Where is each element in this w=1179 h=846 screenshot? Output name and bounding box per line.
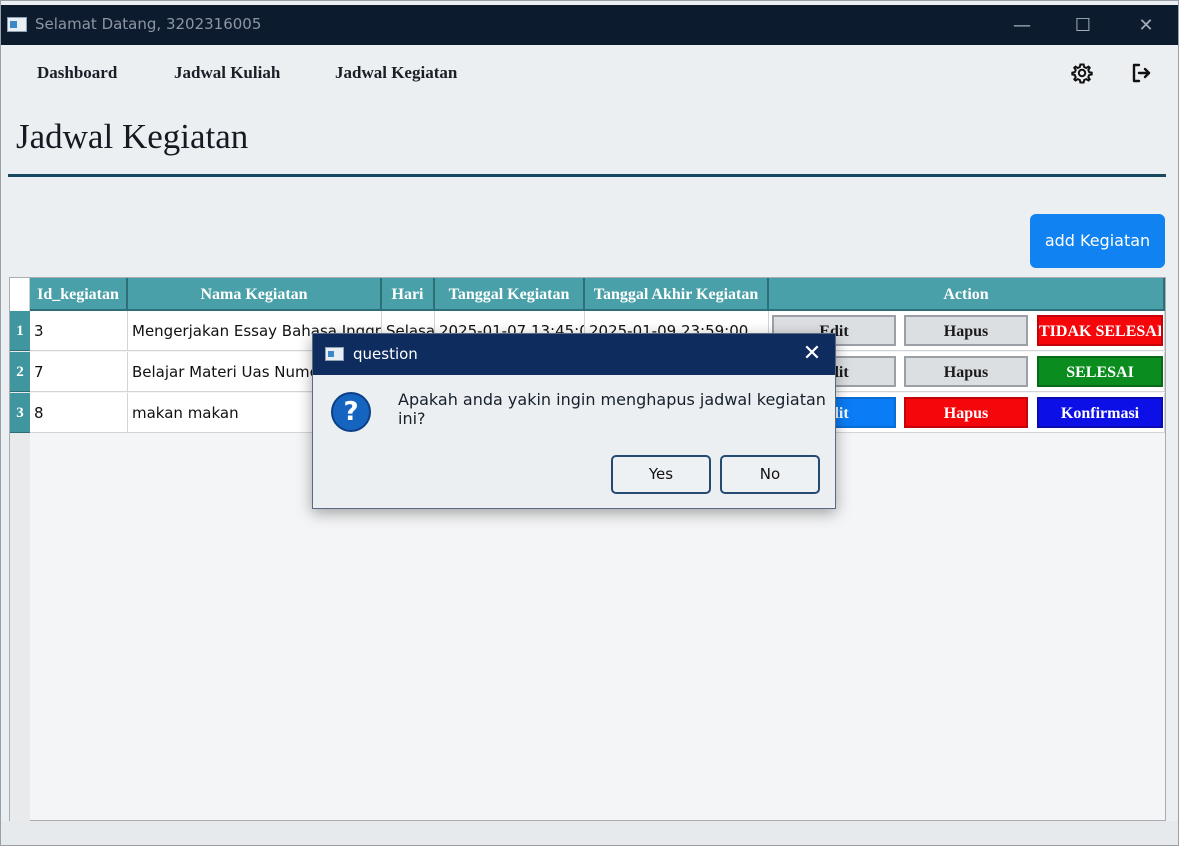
status-strip bbox=[1, 821, 1178, 845]
menu-jadwal-kuliah[interactable]: Jadwal Kuliah bbox=[174, 63, 280, 83]
dialog-close-button[interactable]: ✕ bbox=[799, 339, 825, 369]
konfirmasi-button[interactable]: Konfirmasi bbox=[1037, 397, 1163, 428]
logout-icon[interactable] bbox=[1127, 59, 1155, 87]
cell-id[interactable]: 7 bbox=[30, 352, 128, 392]
gear-icon[interactable] bbox=[1068, 59, 1096, 87]
column-header-id[interactable]: Id_kegiatan bbox=[30, 278, 128, 311]
hapus-button[interactable]: Hapus bbox=[904, 315, 1028, 346]
cell-id[interactable]: 8 bbox=[30, 393, 128, 433]
dialog-app-icon bbox=[325, 347, 344, 361]
column-header-tanggal[interactable]: Tanggal Kegiatan bbox=[435, 278, 585, 311]
status-selesai-button[interactable]: SELESAI bbox=[1037, 356, 1163, 387]
status-tidak-selesai-button[interactable]: TIDAK SELESAI bbox=[1037, 315, 1163, 346]
page-title: Jadwal Kegiatan bbox=[16, 117, 249, 156]
question-dialog: question ✕ ? Apakah anda yakin ingin men… bbox=[312, 333, 836, 509]
hapus-button[interactable]: Hapus bbox=[904, 397, 1028, 428]
close-window-button[interactable]: ✕ bbox=[1131, 13, 1161, 39]
row-number[interactable]: 3 bbox=[10, 393, 30, 433]
app-window: Selamat Datang, 3202316005 — ☐ ✕ Dashboa… bbox=[0, 0, 1179, 846]
dialog-titlebar[interactable]: question ✕ bbox=[313, 334, 835, 375]
column-header-tanggal-akhir[interactable]: Tanggal Akhir Kegiatan bbox=[585, 278, 769, 311]
column-header-action[interactable]: Action bbox=[769, 278, 1165, 311]
menu-bar: Dashboard Jadwal Kuliah Jadwal Kegiatan bbox=[5, 45, 1178, 103]
add-kegiatan-button[interactable]: add Kegiatan bbox=[1030, 214, 1165, 268]
row-number[interactable]: 2 bbox=[10, 352, 30, 392]
title-divider bbox=[8, 174, 1166, 177]
column-header-hari[interactable]: Hari bbox=[382, 278, 435, 311]
hapus-button[interactable]: Hapus bbox=[904, 356, 1028, 387]
question-icon: ? bbox=[331, 392, 371, 432]
dialog-message: Apakah anda yakin ingin menghapus jadwal… bbox=[398, 390, 826, 428]
table-corner[interactable] bbox=[10, 278, 30, 311]
app-icon bbox=[7, 17, 27, 32]
dialog-title: question bbox=[353, 345, 418, 363]
cell-id[interactable]: 3 bbox=[30, 311, 128, 351]
maximize-button[interactable]: ☐ bbox=[1068, 13, 1098, 39]
window-titlebar[interactable]: Selamat Datang, 3202316005 — ☐ ✕ bbox=[1, 5, 1178, 45]
column-header-nama[interactable]: Nama Kegiatan bbox=[128, 278, 382, 311]
window-title: Selamat Datang, 3202316005 bbox=[35, 15, 262, 33]
menu-dashboard[interactable]: Dashboard bbox=[37, 63, 117, 83]
row-number[interactable]: 1 bbox=[10, 311, 30, 351]
yes-button[interactable]: Yes bbox=[611, 455, 711, 494]
menu-jadwal-kegiatan[interactable]: Jadwal Kegiatan bbox=[335, 63, 457, 83]
minimize-button[interactable]: — bbox=[1007, 13, 1037, 39]
no-button[interactable]: No bbox=[720, 455, 820, 494]
